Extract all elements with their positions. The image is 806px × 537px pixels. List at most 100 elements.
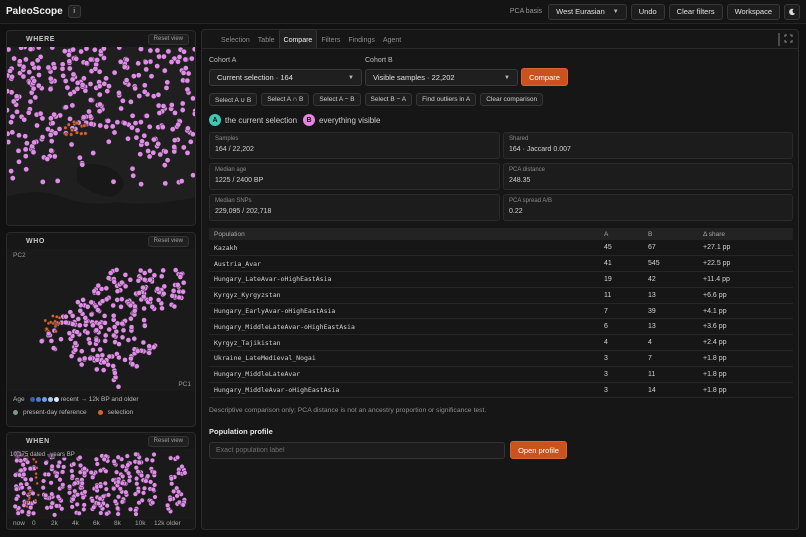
timeline-point <box>126 470 132 476</box>
workspace-button[interactable]: Workspace <box>726 3 780 20</box>
open-profile-button[interactable]: Open profile <box>510 441 567 459</box>
stat-label: Shared <box>509 136 529 142</box>
pca-point <box>76 356 83 363</box>
tab-selection[interactable]: Selection <box>217 29 254 48</box>
table-row[interactable]: Kazakh 45 67 +27.1 pp <box>209 240 793 257</box>
pca-plot[interactable]: PC2 PC1 <box>7 249 195 391</box>
timeline-point <box>115 505 121 511</box>
table-row[interactable]: Hungary_MiddleAvar-oHighEastAsia 3 14 +1.8 … <box>209 382 793 399</box>
pca-point <box>99 352 106 359</box>
timeline-tick-label: now <box>13 520 25 527</box>
column-header[interactable]: A <box>599 228 643 240</box>
timeline-plot[interactable]: 10,175 dated · years BP now 0 2k 4k 6k 8k 10k 1… <box>7 449 195 529</box>
pca-point <box>77 308 84 314</box>
sample-point <box>104 88 111 94</box>
pca-basis-select[interactable]: West Eurasian ▼ <box>548 3 627 20</box>
tab-agent[interactable]: Agent <box>379 29 405 48</box>
column-header[interactable]: B <box>643 228 698 240</box>
set-action-button[interactable]: Select B − A <box>364 93 413 106</box>
sample-point <box>79 161 86 168</box>
column-header[interactable]: Population <box>209 228 599 240</box>
sample-point <box>96 108 103 115</box>
pca-point <box>58 336 64 342</box>
timeline-point <box>112 498 118 504</box>
pca-point <box>80 297 86 303</box>
where-map[interactable] <box>7 47 196 226</box>
sample-point <box>45 64 52 71</box>
sample-point <box>97 101 103 108</box>
sample-point <box>59 65 66 72</box>
set-action-button[interactable]: Select A ∩ B <box>261 93 310 106</box>
cohort-a-badge: A <box>209 114 221 126</box>
where-reset-button[interactable]: Reset view <box>147 33 189 45</box>
cohort-a-description: the current selection <box>225 115 298 125</box>
table-row[interactable]: Hungary_EarlyAvar-oHighEastAsia 7 39 +4.1 p… <box>209 303 793 320</box>
cohort-a-select[interactable]: Current selection · 164 ▼ <box>209 69 362 86</box>
who-reset-button[interactable]: Reset view <box>147 235 189 247</box>
table-row[interactable]: Kyrgyz_Kyrgyzstan 11 13 +6.6 pp <box>209 287 793 304</box>
table-row[interactable]: Ukraine_LateMedieval_Nogai 3 7 +1.8 pp <box>209 350 793 367</box>
set-action-button[interactable]: Select A − B <box>313 93 361 106</box>
timeline-point <box>120 463 126 469</box>
sample-point <box>138 47 144 52</box>
timeline-point <box>61 464 67 470</box>
selected-point <box>70 128 75 133</box>
sample-point <box>110 178 117 185</box>
moon-icon[interactable] <box>784 3 800 20</box>
timeline-point <box>171 488 177 494</box>
sample-point <box>139 138 145 145</box>
set-action-button[interactable]: Select A ∪ B <box>209 93 258 106</box>
pca-point <box>106 326 112 333</box>
pca-point <box>116 341 122 347</box>
table-row[interactable]: Hungary_MiddleLateAvar-oHighEastAsia 6 13 +… <box>209 318 793 336</box>
when-reset-button[interactable]: Reset view <box>147 435 189 447</box>
sample-point <box>35 82 42 89</box>
sample-point <box>182 56 189 63</box>
divider-handle-icon[interactable] <box>778 33 780 46</box>
sample-point <box>69 102 76 109</box>
sample-point <box>30 85 37 92</box>
compare-button[interactable]: Compare <box>521 68 568 86</box>
pca-point <box>95 290 101 296</box>
timeline-point <box>77 462 84 468</box>
column-header[interactable]: Δ share <box>698 228 793 240</box>
selected-point <box>63 125 68 130</box>
stat-value: 229,095 / 202,718 <box>215 208 272 215</box>
selected-point <box>43 318 48 323</box>
table-row[interactable]: Hungary_LateAvar-oHighEastAsia 19 42 +11.4 … <box>209 271 793 288</box>
set-action-button[interactable]: Find outliers in A <box>416 93 477 106</box>
timeline-point <box>18 467 24 473</box>
pca-point <box>66 330 73 336</box>
sample-point <box>181 48 187 55</box>
sample-point <box>109 123 116 130</box>
tab-table[interactable]: Table <box>254 29 279 48</box>
selected-point <box>74 120 79 126</box>
count-b-cell: 11 <box>643 366 698 383</box>
sample-point <box>87 97 94 103</box>
count-a-cell: 7 <box>599 303 643 320</box>
sample-point <box>62 78 69 84</box>
table-row[interactable]: Hungary_MiddleLateAvar 3 11 +1.8 pp <box>209 366 793 383</box>
sample-point <box>60 72 67 79</box>
sample-point <box>25 109 32 116</box>
sample-point <box>185 125 191 132</box>
pca-point <box>84 304 91 310</box>
table-row[interactable]: Kyrgyz_Tajikistan 4 4 +2.4 pp <box>209 334 793 352</box>
table-row[interactable]: Austria_Avar 41 545 +22.5 pp <box>209 255 793 273</box>
timeline-point <box>148 479 154 485</box>
sample-point <box>191 111 195 117</box>
set-action-button[interactable]: Clear comparison <box>480 93 544 106</box>
tab-filters[interactable]: Filters <box>317 29 344 48</box>
expand-icon[interactable] <box>784 34 793 43</box>
cohort-b-select[interactable]: Visible samples · 22,202 ▼ <box>365 69 518 86</box>
clear-filters-button[interactable]: Clear filters <box>668 3 723 20</box>
info-icon[interactable]: i <box>67 5 81 18</box>
pca-point <box>172 267 179 273</box>
population-label-input[interactable] <box>209 442 505 459</box>
tab-findings[interactable]: Findings <box>344 29 378 48</box>
pca-point <box>78 361 85 368</box>
selected-point <box>34 472 38 476</box>
pca-point <box>176 294 182 301</box>
tab-compare[interactable]: Compare <box>278 29 318 48</box>
undo-button[interactable]: Undo <box>630 3 665 20</box>
